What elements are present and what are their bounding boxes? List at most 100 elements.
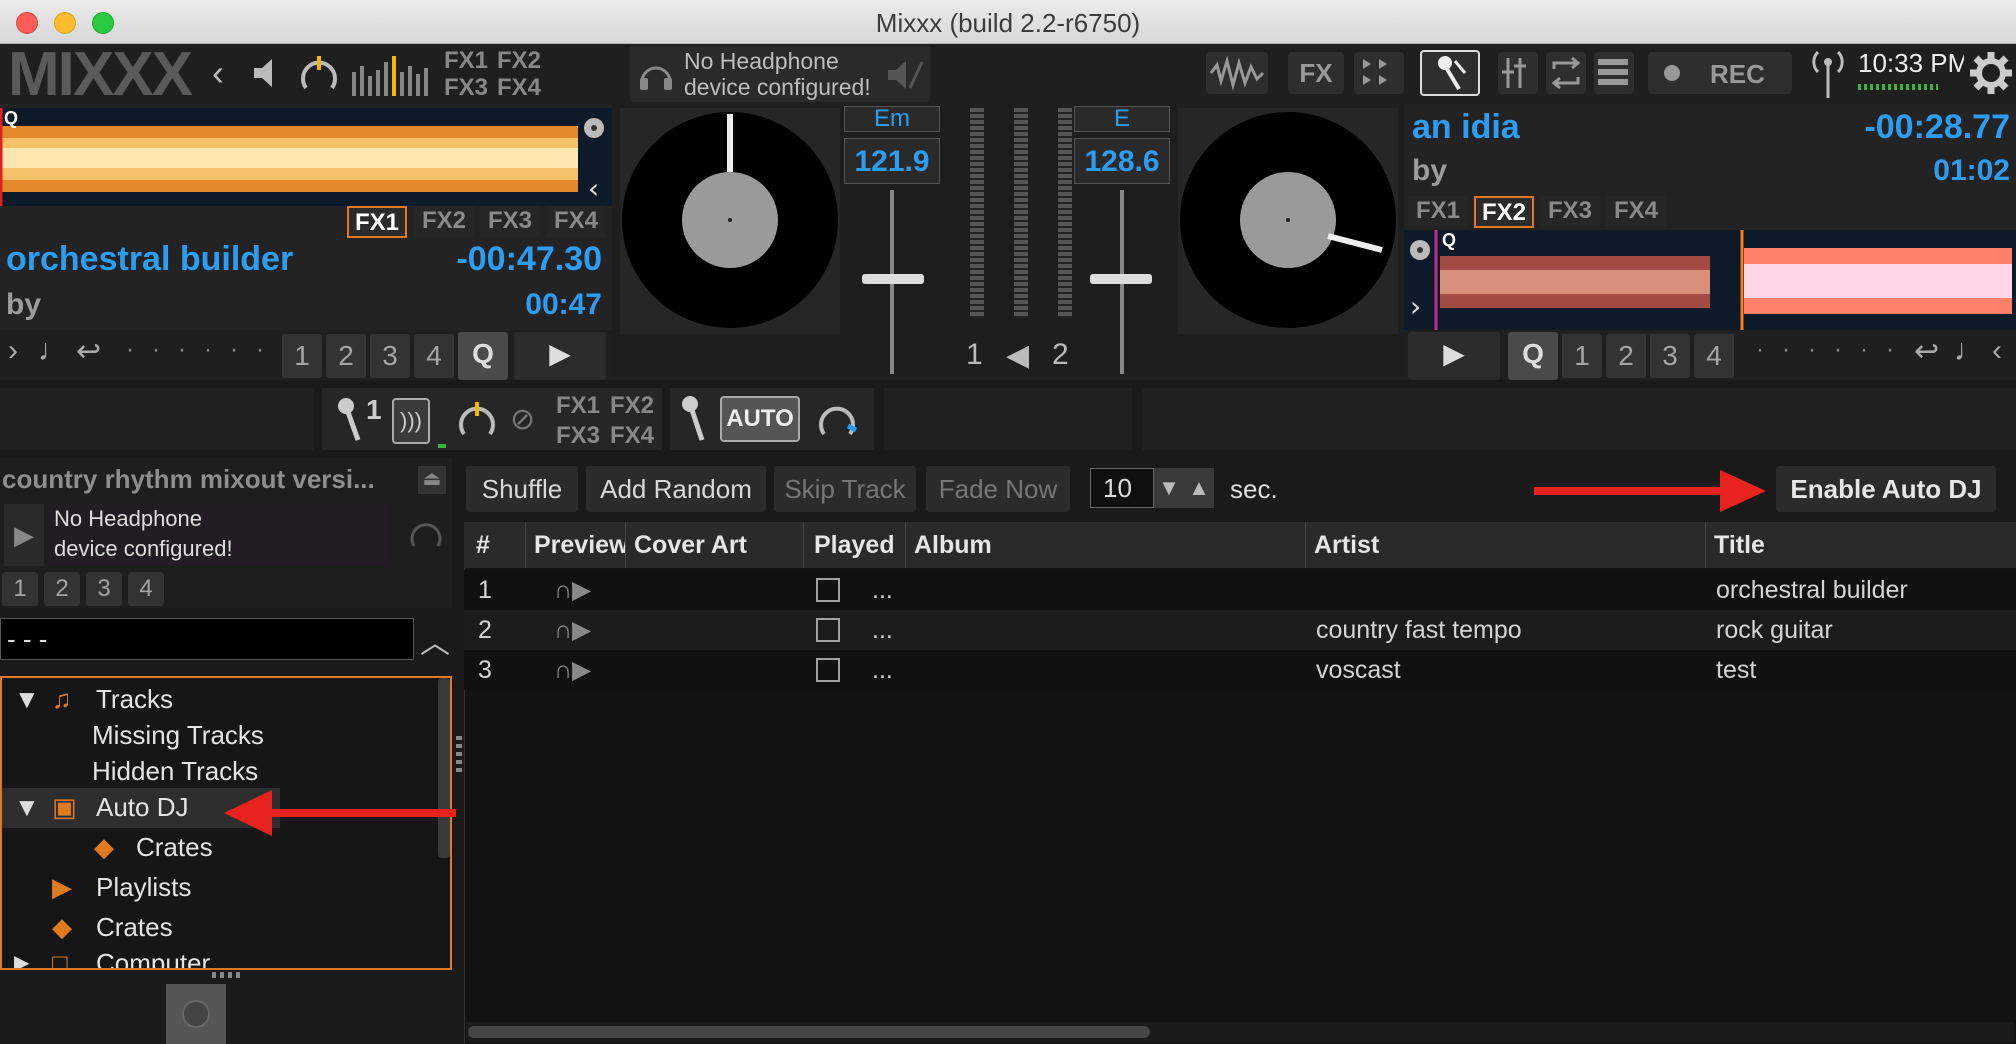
deck2-play-button[interactable]: ▶: [1408, 332, 1500, 380]
master-fx3[interactable]: FX3: [444, 74, 488, 102]
preview-eject-icon[interactable]: ⏏: [418, 466, 446, 494]
sidebar-splitter-handle[interactable]: [456, 736, 462, 776]
deck2-waveform[interactable]: ›: [1404, 230, 2016, 330]
col-header-cover-art[interactable]: Cover Art: [626, 522, 804, 568]
preview-hotcue-1[interactable]: 1: [2, 572, 38, 606]
preview-hotcue-4[interactable]: 4: [128, 572, 164, 606]
preview-headphones-icon[interactable]: ∩▶: [554, 610, 591, 650]
deck1-repeat-icon[interactable]: ↩: [76, 334, 101, 369]
auto-ducking-button[interactable]: AUTO: [720, 396, 800, 442]
deck2-bpm[interactable]: 128.6: [1074, 138, 1170, 184]
deck1-hotcue-3[interactable]: 3: [370, 334, 410, 378]
deck1-rate-slider-handle[interactable]: [862, 274, 924, 284]
sidebar-item-autodj-crates[interactable]: Crates: [136, 832, 213, 863]
sidebar-item-tracks[interactable]: Tracks: [96, 684, 173, 715]
deck1-keylock-icon[interactable]: ♩: [38, 334, 68, 368]
deck2-hotcue-3[interactable]: 3: [1650, 334, 1690, 378]
preview-gain-knob[interactable]: [406, 514, 446, 554]
deck1-fx1[interactable]: FX1: [347, 206, 407, 238]
played-checkbox[interactable]: [816, 658, 840, 682]
fx-panel-button[interactable]: FX: [1288, 52, 1344, 94]
ducking-strength-knob[interactable]: [814, 398, 860, 444]
deck1-fx2[interactable]: FX2: [414, 206, 474, 238]
deck2-hotcue-4[interactable]: 4: [1694, 334, 1734, 378]
deck2-beatloop-dots[interactable]: ······: [1756, 336, 1912, 364]
transition-seconds-input[interactable]: 10: [1090, 468, 1154, 508]
deck1-hotcue-2[interactable]: 2: [326, 334, 366, 378]
mic1-fx2[interactable]: FX2: [610, 392, 654, 420]
col-header-number[interactable]: #: [468, 522, 526, 568]
library-toggle-button[interactable]: [1594, 52, 1634, 94]
skip-track-button[interactable]: Skip Track: [774, 466, 916, 512]
col-header-artist[interactable]: Artist: [1306, 522, 1706, 568]
deck1-hotcue-4[interactable]: 4: [414, 334, 454, 378]
deck2-cue-button[interactable]: Q: [1508, 332, 1558, 380]
preview-hotcue-2[interactable]: 2: [44, 572, 80, 606]
preview-hotcue-3[interactable]: 3: [86, 572, 122, 606]
deck2-hotcue-1[interactable]: 1: [1562, 334, 1602, 378]
col-header-preview[interactable]: Preview: [526, 522, 626, 568]
played-checkbox[interactable]: [816, 618, 840, 642]
deck1-play-button[interactable]: ▶: [514, 332, 606, 380]
master-gain-knob[interactable]: [296, 52, 342, 98]
broadcast-icon[interactable]: [1810, 48, 1846, 100]
played-checkbox[interactable]: [816, 578, 840, 602]
table-hscrollbar-thumb[interactable]: [468, 1026, 1150, 1038]
table-row[interactable]: 3 ∩▶ ... voscast test: [464, 650, 2016, 690]
shuffle-button[interactable]: Shuffle: [466, 466, 578, 512]
deck2-fx1[interactable]: FX1: [1408, 196, 1468, 228]
mic1-fx1[interactable]: FX1: [556, 392, 600, 420]
transition-decrement-button[interactable]: ▼: [1154, 468, 1184, 508]
deck1-fx4[interactable]: FX4: [546, 206, 606, 238]
sidebar-item-computer[interactable]: Computer: [96, 948, 210, 968]
enable-auto-dj-button[interactable]: Enable Auto DJ: [1776, 466, 1996, 512]
collapse-chevron-icon[interactable]: ‹: [212, 52, 224, 94]
transition-increment-button[interactable]: ▲: [1184, 468, 1214, 508]
deck2-hotcue-2[interactable]: 2: [1606, 334, 1646, 378]
sidebar-item-hidden-tracks[interactable]: Hidden Tracks: [92, 756, 258, 787]
col-header-played[interactable]: Played: [806, 522, 906, 568]
cover-splitter-handle[interactable]: [212, 972, 240, 978]
sidebar-item-playlists[interactable]: Playlists: [96, 872, 191, 903]
add-random-button[interactable]: Add Random: [586, 466, 766, 512]
deck2-spinny[interactable]: [1178, 108, 1398, 334]
mic1-talk-button[interactable]: ))): [392, 398, 430, 444]
master-fx2[interactable]: FX2: [497, 47, 541, 75]
gear-icon[interactable]: [1968, 50, 2014, 96]
waveform-toggle-button[interactable]: [1206, 52, 1268, 94]
vinyl-control-toggle-button[interactable]: [1498, 52, 1538, 94]
deck2-fx2[interactable]: FX2: [1474, 196, 1534, 228]
mic1-fx3[interactable]: FX3: [556, 422, 600, 450]
deck2-repeat-icon[interactable]: ↩: [1914, 334, 1939, 369]
col-header-album[interactable]: Album: [906, 522, 1306, 568]
deck1-beatloop-dots[interactable]: ······: [126, 336, 282, 364]
search-collapse-chevron-icon[interactable]: ︿: [420, 618, 450, 662]
deck1-fx3[interactable]: FX3: [480, 206, 540, 238]
deck2-expand-chevron-icon[interactable]: ‹: [1992, 334, 2002, 368]
master-fx4[interactable]: FX4: [497, 74, 541, 102]
library-search-input[interactable]: - - -: [0, 618, 414, 660]
table-row[interactable]: 2 ∩▶ ... country fast tempo rock guitar: [464, 610, 2016, 650]
deck2-keylock-icon[interactable]: ♩: [1954, 334, 1984, 368]
sidebar-item-missing-tracks[interactable]: Missing Tracks: [92, 720, 264, 751]
preview-play-button[interactable]: ▶: [4, 504, 44, 566]
deck1-spinny[interactable]: [620, 108, 840, 334]
deck1-bpm[interactable]: 121.9: [844, 138, 940, 184]
deck1-waveform[interactable]: ‹: [0, 108, 612, 206]
col-header-title[interactable]: Title: [1706, 522, 2016, 568]
sidebar-item-auto-dj[interactable]: Auto DJ: [96, 792, 189, 823]
sidebar-item-crates[interactable]: Crates: [96, 912, 173, 943]
master-fx1[interactable]: FX1: [444, 47, 488, 75]
deck1-hotcue-1[interactable]: 1: [282, 334, 322, 378]
deck1-cue-button[interactable]: Q: [458, 332, 508, 380]
deck2-fx3[interactable]: FX3: [1540, 196, 1600, 228]
table-row[interactable]: 1 ∩▶ ... orchestral builder: [464, 570, 2016, 610]
samplers-toggle-button[interactable]: [1354, 52, 1404, 94]
preview-headphones-icon[interactable]: ∩▶: [554, 570, 591, 610]
mic1-gain-knob[interactable]: [454, 398, 500, 444]
preview-waveform[interactable]: No Headphone device configured!: [48, 504, 390, 566]
sync-toggle-button[interactable]: [1546, 52, 1586, 94]
autodj-expand-icon[interactable]: ▼: [14, 792, 40, 823]
preview-headphones-icon[interactable]: ∩▶: [554, 650, 591, 690]
headphone-split-icon[interactable]: [886, 58, 924, 92]
